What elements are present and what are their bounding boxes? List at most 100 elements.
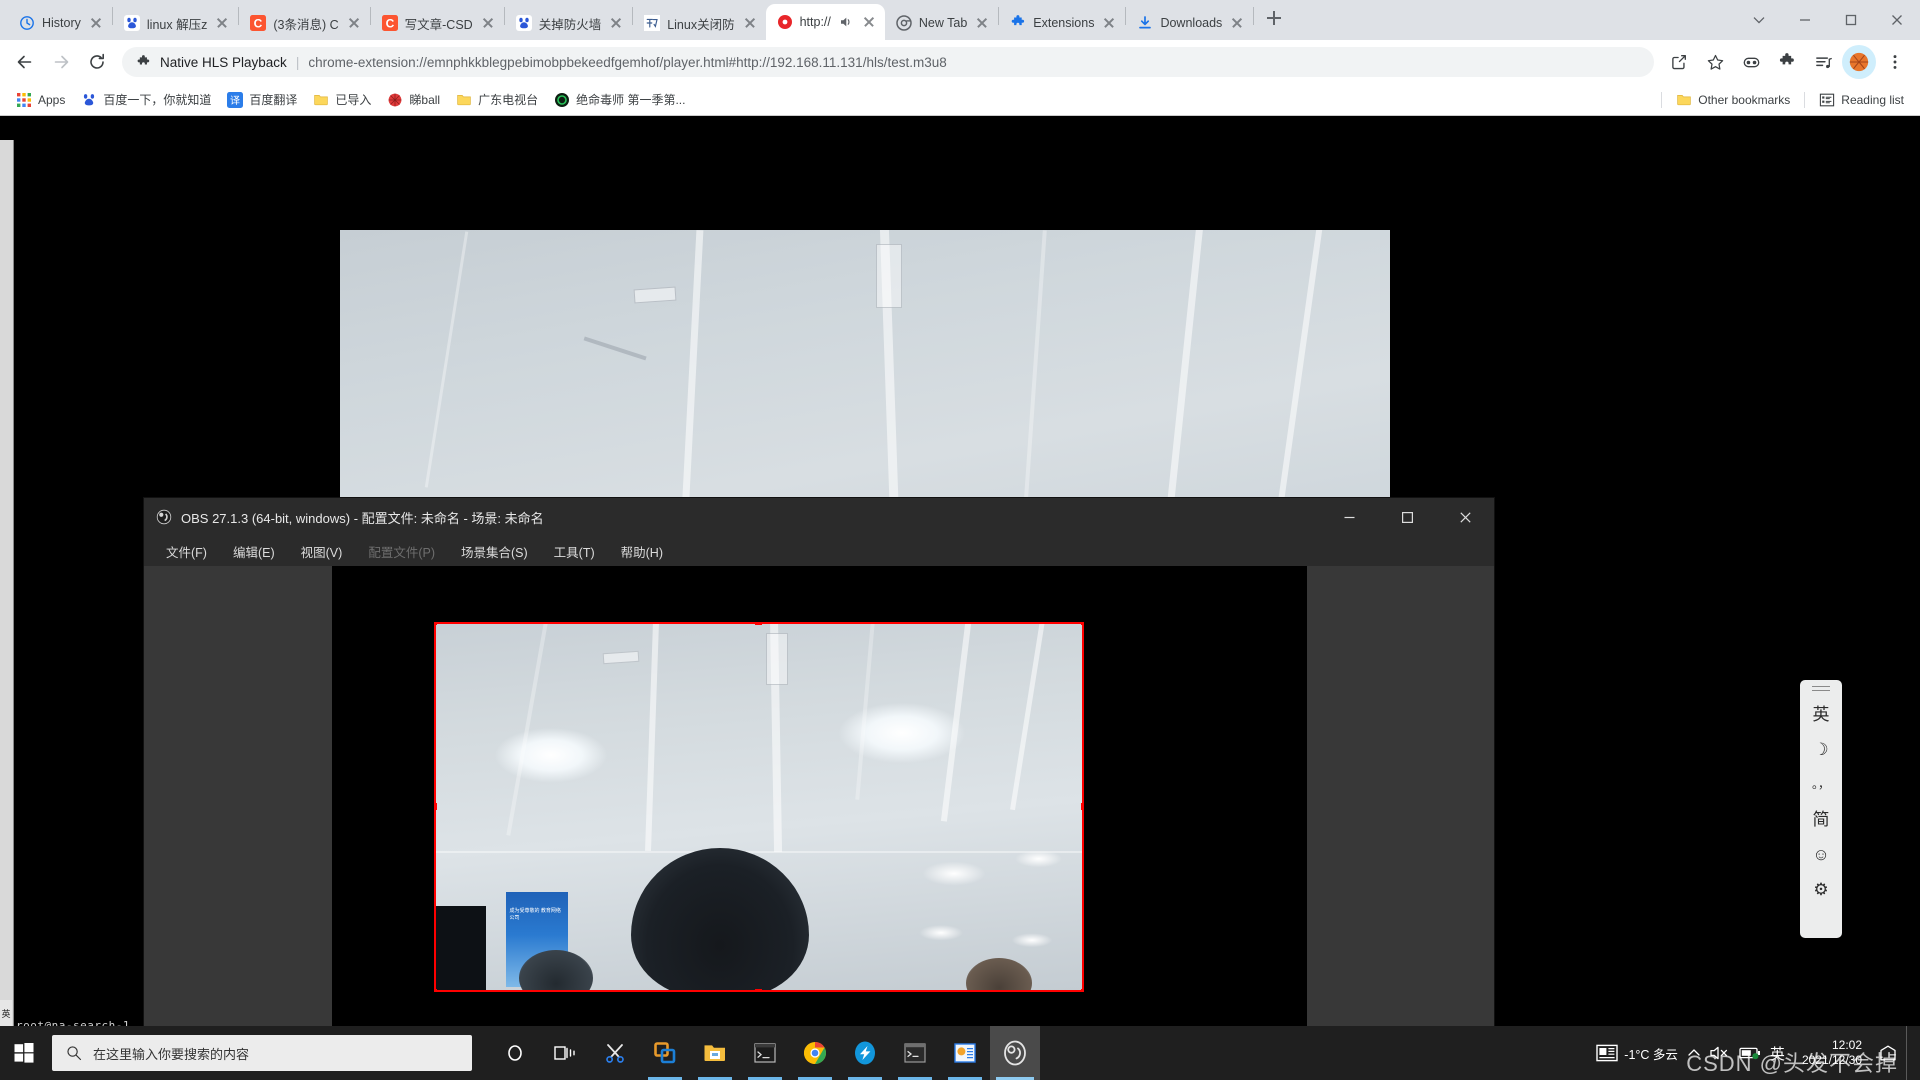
maximize-button[interactable] [1828,0,1874,40]
ime-indicator[interactable]: 英 [1770,1043,1785,1064]
emoji-icon[interactable]: ☺ [1806,842,1836,866]
volume-button[interactable] [1710,1045,1730,1061]
share-icon[interactable] [1662,45,1696,79]
close-button[interactable] [1874,0,1920,40]
new-tab-button[interactable] [1260,4,1288,32]
reading-mode-icon[interactable] [1734,45,1768,79]
bookmark-baidu-fanyi[interactable]: 译 百度翻译 [221,88,303,111]
obs-menu-tools[interactable]: 工具(T) [546,538,603,565]
ime-simplified-mode[interactable]: 简 [1806,807,1836,831]
browser-tab-csdn-messages[interactable]: C (3条消息) C [239,6,369,40]
tab-audio-icon[interactable] [838,14,854,30]
bookmark-baidu[interactable]: 百度一下，你就知道 [75,88,217,111]
news-and-interests[interactable]: -1°C 多云 [1596,1043,1678,1063]
ceiling-beam [424,231,469,488]
tray-overflow-button[interactable] [1687,1046,1701,1060]
obs-menu-file[interactable]: 文件(F) [158,538,215,565]
show-desktop-button[interactable] [1906,1026,1914,1080]
back-button[interactable] [8,45,42,79]
ime-language-mode[interactable]: 英 [1806,702,1836,726]
taskbar-wps-presentation-button[interactable] [940,1026,990,1080]
ceiling-beam [855,622,875,800]
tab-close-button[interactable] [214,15,230,31]
reading-list-button[interactable]: Reading list [1813,89,1910,111]
taskbar-chrome-button[interactable] [790,1026,840,1080]
forward-button[interactable] [44,45,78,79]
tab-search-button[interactable] [1736,0,1782,40]
tab-close-button[interactable] [1101,15,1117,31]
chrome-icon [896,15,912,31]
bookmark-guangdong-tv[interactable]: 广东电视台 [450,88,544,111]
gear-icon[interactable]: ⚙ [1806,877,1836,901]
address-bar[interactable]: Native HLS Playback | chrome-extension:/… [122,47,1654,77]
bookmark-other-bookmarks[interactable]: Other bookmarks [1670,89,1796,111]
battery-button[interactable] [1739,1046,1761,1060]
obs-menu-edit[interactable]: 编辑(E) [225,538,283,565]
browser-tab-extensions[interactable]: Extensions [999,6,1125,40]
taskbar-command-prompt-button[interactable] [740,1026,790,1080]
obs-title-bar[interactable]: OBS 27.1.3 (64-bit, windows) - 配置文件: 未命名… [144,498,1494,536]
tab-label: linux 解压z [146,17,208,32]
ime-punctuation-mode[interactable]: 。， [1806,772,1836,796]
obs-minimize-button[interactable] [1320,498,1378,536]
taskbar-cortana-button[interactable] [490,1026,540,1080]
obs-close-button[interactable] [1436,498,1494,536]
tab-close-button[interactable] [480,15,496,31]
resize-handle-top-left[interactable] [434,622,437,625]
minimize-button[interactable] [1782,0,1828,40]
obs-video-source[interactable]: 成为受尊敬的 教育网络公司 [434,622,1084,992]
resize-handle-bottom-center[interactable] [755,989,762,992]
browser-tab-new-tab[interactable]: New Tab [885,6,998,40]
tab-close-button[interactable] [88,15,104,31]
resize-handle-middle-right[interactable] [1081,803,1084,810]
obs-menu-scene-collection[interactable]: 场景集合(S) [453,538,536,565]
tab-close-button[interactable] [742,15,758,31]
taskbar-app-buttons [490,1026,1040,1080]
reload-button[interactable] [80,45,114,79]
taskbar-terminal-button[interactable] [890,1026,940,1080]
resize-handle-top-center[interactable] [755,622,762,625]
resize-handle-bottom-right[interactable] [1081,989,1084,992]
taskbar-clock[interactable]: 12:02 2021/12/30 [1794,1038,1870,1068]
browser-tab-history[interactable]: History [8,6,112,40]
browser-tab-downloads[interactable]: Downloads [1126,6,1253,40]
tab-close-button[interactable] [1229,15,1245,31]
browser-tab-write-article[interactable]: C 写文章-CSD [371,6,504,40]
background-terminal-window[interactable] [0,140,14,1060]
taskbar-snipping-tool-button[interactable] [590,1026,640,1080]
resize-handle-top-right[interactable] [1081,622,1084,625]
bookmark-breaking-bad[interactable]: 绝命毒师 第一季第... [548,88,691,111]
browser-tab-linux-unzip[interactable]: linux 解压z [113,6,238,40]
ime-drag-grip[interactable] [1812,686,1830,691]
bookmark-diball[interactable]: 睇ball [381,88,446,111]
action-center-button[interactable] [1879,1044,1897,1062]
bookmark-star-icon[interactable] [1698,45,1732,79]
obs-preview-canvas[interactable]: 成为受尊敬的 教育网络公司 [332,566,1307,1038]
media-list-icon[interactable] [1806,45,1840,79]
extensions-puzzle-icon[interactable] [1770,45,1804,79]
start-button[interactable] [0,1026,48,1080]
obs-menu-view[interactable]: 视图(V) [293,538,351,565]
resize-handle-bottom-left[interactable] [434,989,437,992]
taskbar-vmware-button[interactable] [640,1026,690,1080]
resize-handle-middle-left[interactable] [434,803,437,810]
browser-tab-linux-close[interactable]: Linux关闭防 [633,6,765,40]
tab-close-button[interactable] [346,15,362,31]
obs-maximize-button[interactable] [1378,498,1436,536]
tab-close-button[interactable] [608,15,624,31]
tab-close-button[interactable] [974,15,990,31]
taskbar-dingtalk-button[interactable] [840,1026,890,1080]
bookmark-apps[interactable]: Apps [10,89,71,111]
bookmark-imported-folder[interactable]: 已导入 [307,88,377,111]
browser-menu-icon[interactable] [1878,45,1912,79]
browser-tab-firewall[interactable]: 关掉防火墙 [505,6,633,40]
taskbar-search-box[interactable]: 在这里输入你要搜索的内容 [52,1035,472,1071]
obs-menu-help[interactable]: 帮助(H) [613,538,671,565]
taskbar-obs-button[interactable] [990,1026,1040,1080]
browser-tab-active-hls-player[interactable]: http:// [765,4,885,40]
taskbar-file-explorer-button[interactable] [690,1026,740,1080]
profile-avatar[interactable] [1842,45,1876,79]
tab-close-button[interactable] [861,14,877,30]
taskbar-task-view-button[interactable] [540,1026,590,1080]
moon-icon[interactable]: ☽ [1806,737,1836,761]
